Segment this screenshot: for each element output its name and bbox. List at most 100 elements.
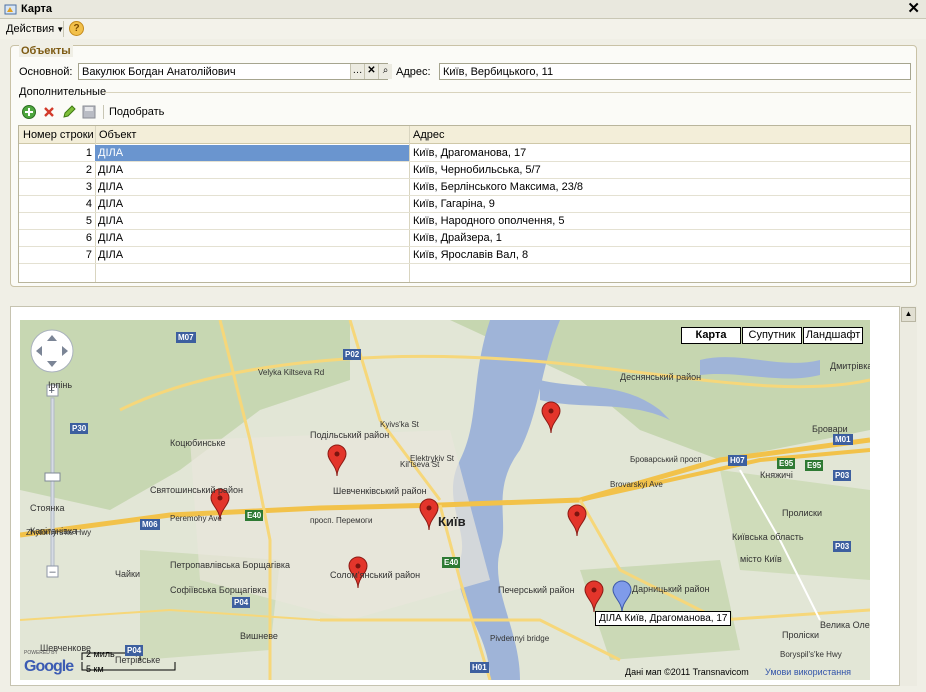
map-place-label: Печерський район xyxy=(498,585,575,595)
map-place-label: Чайки xyxy=(115,569,140,579)
select-button[interactable]: … xyxy=(350,64,364,79)
powered-by: POWERED BY xyxy=(24,650,58,656)
scale-km: 5 км xyxy=(86,664,104,674)
road-shield: P02 xyxy=(343,349,362,360)
table-row[interactable]: 4 ДІЛА Київ, Гагаріна, 9 xyxy=(19,196,910,213)
road-shield: P03 xyxy=(833,541,852,552)
row-address: Київ, Гагаріна, 9 xyxy=(413,198,495,210)
close-icon[interactable]: ✕ xyxy=(907,1,920,17)
city-label: Київ xyxy=(438,514,466,529)
address-field[interactable]: Київ, Вербицького, 11 xyxy=(439,63,911,80)
road-name-label: просп. Перемоги xyxy=(310,516,373,525)
row-object[interactable]: ДІЛА xyxy=(95,196,409,212)
toolbar-divider xyxy=(103,105,104,119)
col-address[interactable]: Адрес xyxy=(413,129,445,141)
road-name-label: Velyka Kiltseva Rd xyxy=(258,368,325,377)
toolbar: Действия ▼ ? xyxy=(0,19,926,39)
google-logo[interactable]: Google xyxy=(24,658,74,676)
delete-icon[interactable] xyxy=(41,104,57,120)
search-icon[interactable]: ⌕ xyxy=(378,64,392,79)
table-row[interactable]: 6 ДІЛА Київ, Драйзера, 1 xyxy=(19,230,910,247)
row-number: 5 xyxy=(85,215,92,227)
road-shield: E40 xyxy=(442,557,461,568)
row-object[interactable]: ДІЛА xyxy=(95,213,409,229)
table-row[interactable]: 3 ДІЛА Київ, Берлінського Максима, 23/8 xyxy=(19,179,910,196)
map-place-label: Петрівське xyxy=(115,655,161,665)
terms-link[interactable]: Умови використання xyxy=(765,667,851,677)
objects-legend: Объекты xyxy=(19,45,73,57)
main-object-value: Вакулюк Богдан Анатолійович xyxy=(82,66,236,78)
edit-icon[interactable] xyxy=(61,104,77,120)
save-icon[interactable] xyxy=(81,104,97,120)
map-type-satellite[interactable]: Супутник xyxy=(742,327,802,344)
road-shield: M07 xyxy=(176,332,196,343)
map-type-map[interactable]: Карта xyxy=(681,327,741,344)
row-object[interactable]: ДІЛА xyxy=(95,247,409,263)
map-window-icon xyxy=(4,4,17,15)
map-place-label: Подільський район xyxy=(310,430,390,440)
map-type-terrain[interactable]: Ландшафт xyxy=(803,327,863,344)
additional-label: Дополнительные xyxy=(19,86,107,98)
road-shield: P04 xyxy=(125,645,144,656)
road-shield: P04 xyxy=(232,597,251,608)
pick-button[interactable]: Подобрать xyxy=(109,106,164,118)
map-place-label: Деснянський район xyxy=(620,372,702,382)
row-number: 3 xyxy=(85,181,92,193)
row-address: Київ, Берлінського Максима, 23/8 xyxy=(413,181,583,193)
row-object[interactable]: ДІЛА xyxy=(95,179,409,195)
map-place-label: Проліски xyxy=(782,630,819,640)
map-place-label: місто Київ xyxy=(740,554,782,564)
zoom-handle[interactable] xyxy=(44,472,61,482)
row-number: 2 xyxy=(85,164,92,176)
row-number: 6 xyxy=(85,232,92,244)
map-place-label: Шевченківський район xyxy=(333,486,427,496)
map-place-label: Київська область xyxy=(732,532,804,542)
add-icon[interactable] xyxy=(21,104,37,120)
map-place-label: Коцюбинське xyxy=(170,438,226,448)
road-name-label: Boryspil's'ke Hwy xyxy=(780,650,842,659)
map-place-label: Ірпінь xyxy=(48,380,73,390)
map-place-label: Велика Олександрівка xyxy=(820,620,870,630)
clear-icon[interactable]: ✕ xyxy=(364,64,378,79)
map[interactable]: + – Карта Супутник Ландшафт Ірпінь Коцюби… xyxy=(20,320,870,680)
row-address: Київ, Драйзера, 1 xyxy=(413,232,502,244)
scale-miles: 2 миль xyxy=(86,649,115,659)
zoom-slider[interactable] xyxy=(50,397,55,571)
road-shield: H07 xyxy=(728,455,747,466)
row-object[interactable]: ДІЛА xyxy=(95,230,409,246)
actions-menu-label: Действия xyxy=(6,23,55,35)
row-address: Київ, Драгоманова, 17 xyxy=(413,147,527,159)
road-name-label: Броварський просп xyxy=(630,455,702,464)
pan-control[interactable] xyxy=(30,329,74,373)
main-object-field[interactable]: Вакулюк Богдан Анатолійович xyxy=(78,63,388,80)
table-row[interactable]: 7 ДІЛА Київ, Ярославів Вал, 8 xyxy=(19,247,910,264)
road-shield: P30 xyxy=(70,423,89,434)
road-shield: E95 xyxy=(805,460,824,471)
table-row[interactable]: 2 ДІЛА Київ, Чернобильська, 5/7 xyxy=(19,162,910,179)
marker-info-label[interactable]: ДІЛА Київ, Драгоманова, 17 xyxy=(595,611,732,626)
row-address: Київ, Народного ополчення, 5 xyxy=(413,215,565,227)
window-title: Карта xyxy=(21,3,53,15)
actions-menu[interactable]: Действия ▼ xyxy=(6,23,64,35)
table-row[interactable]: 5 ДІЛА Київ, Народного ополчення, 5 xyxy=(19,213,910,230)
map-place-label: Дарницький район xyxy=(632,584,710,594)
scrollbar[interactable]: ▲ xyxy=(900,306,917,686)
map-copyright: Дані мап ©2011 Transnavicom xyxy=(625,667,749,677)
road-name-label: Zhytomyrs'ke Hwy xyxy=(26,528,92,537)
address-value: Київ, Вербицького, 11 xyxy=(443,66,554,78)
scroll-up-icon[interactable]: ▲ xyxy=(901,307,916,322)
map-place-label: Пролиски xyxy=(782,508,823,518)
road-shield: P03 xyxy=(833,470,852,481)
table-row[interactable]: 1 ДІЛА Київ, Драгоманова, 17 xyxy=(19,145,910,162)
row-number: 4 xyxy=(85,198,92,210)
main-label: Основной: xyxy=(19,66,73,78)
row-object[interactable]: ДІЛА xyxy=(95,162,409,178)
svg-text:–: – xyxy=(50,566,57,578)
col-row-number[interactable]: Номер строки xyxy=(23,129,94,141)
map-place-label: Бровари xyxy=(812,424,848,434)
help-icon[interactable]: ? xyxy=(69,21,84,36)
map-place-label: Солом'янський район xyxy=(330,570,421,580)
col-object[interactable]: Объект xyxy=(99,129,136,141)
row-object[interactable]: ДІЛА xyxy=(95,145,409,161)
toolbar-divider xyxy=(63,21,64,37)
